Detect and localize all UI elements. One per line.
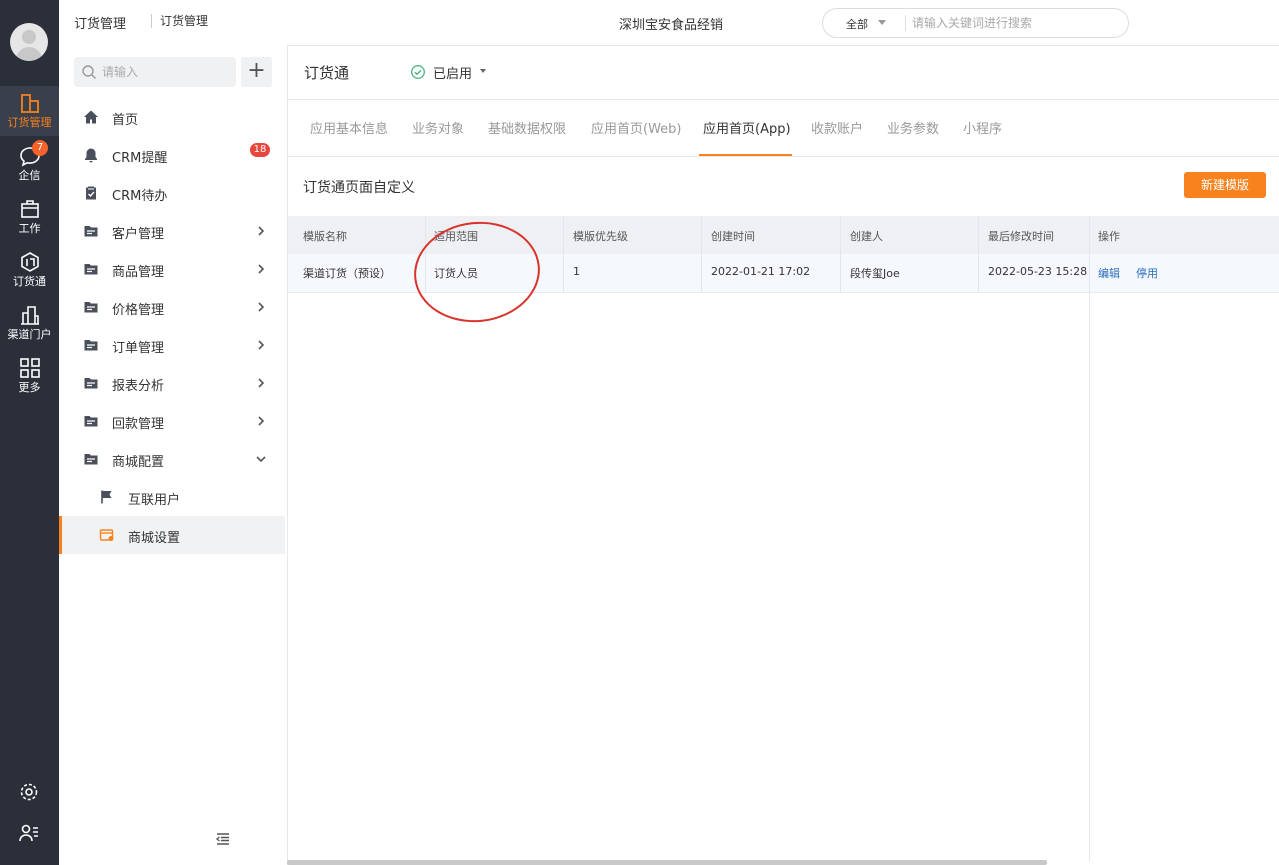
folder-icon [84,416,98,427]
home-icon [84,110,98,124]
avatar[interactable] [10,23,48,61]
col-header-creator: 创建人 [850,230,883,243]
sidebar-item-mall-config[interactable]: 商城配置 [59,440,285,478]
rail-item-work[interactable]: 工作 [0,192,59,242]
sidebar-item-home[interactable]: 首页 [59,98,285,136]
folder-icon [84,302,98,313]
folder-icon [84,378,98,389]
folder-icon [84,454,98,465]
cell-modified-time: 2022-05-23 15:28 [988,265,1088,278]
user-list-icon[interactable] [18,822,40,844]
bell-icon [85,148,97,163]
search-scope-select[interactable]: 全部 [846,16,868,32]
tab-basic-info[interactable]: 应用基本信息 [310,118,388,137]
rail-item-channel-portal[interactable]: 渠道门户 [0,298,59,348]
clipboard-check-icon [86,186,96,200]
tab-data-permissions[interactable]: 基础数据权限 [488,118,566,137]
tab-payment-accounts[interactable]: 收款账户 [811,118,863,137]
chevron-right-icon [258,226,265,236]
cell-template-name: 渠道订货（预设） [303,267,391,280]
sidebar-item-crm-reminder[interactable]: CRM提醒 18 [59,136,285,174]
new-template-button[interactable]: 新建模版 [1184,172,1266,198]
rail-item-messages[interactable]: 7 企信 [0,139,59,189]
folder-icon [84,340,98,351]
sidebar-item-customer-management[interactable]: 客户管理 [59,212,285,250]
disable-link[interactable]: 停用 [1136,265,1158,281]
caret-down-icon [480,69,486,73]
col-header-created-time: 创建时间 [711,230,755,243]
collapse-menu-icon[interactable] [215,831,231,847]
sidebar-item-report-analysis[interactable]: 报表分析 [59,364,285,402]
sidebar-item-crm-todo[interactable]: CRM待办 [59,174,285,212]
chevron-right-icon [258,378,265,388]
sidebar-divider [287,46,288,865]
chevron-right-icon [258,416,265,426]
global-search[interactable]: 全部 [822,8,1129,38]
sidebar-item-product-management[interactable]: 商品管理 [59,250,285,288]
cell-creator: 段传玺Joe [850,267,900,280]
unread-badge: 7 [32,140,48,156]
tab-business-params[interactable]: 业务参数 [887,118,939,137]
tab-mini-program[interactable]: 小程序 [963,118,1002,137]
breadcrumb-page: 订货管理 [151,14,208,28]
sidebar-item-connected-users[interactable]: 互联用户 [59,478,285,516]
sidebar-item-price-management[interactable]: 价格管理 [59,288,285,326]
tab-homepage-web[interactable]: 应用首页(Web) [591,118,682,137]
order-app-icon [20,252,39,272]
folder-icon [84,264,98,275]
edit-link[interactable]: 编辑 [1098,265,1120,281]
tab-homepage-app[interactable]: 应用首页(App) [703,118,791,137]
briefcase-icon [20,200,39,218]
cell-priority: 1 [573,265,580,278]
sidebar-item-mall-settings[interactable]: 商城设置 [59,516,285,554]
caret-down-icon [878,20,886,25]
col-header-priority: 模版优先级 [573,230,628,243]
grid-icon [19,358,40,378]
chevron-right-icon [258,264,265,274]
shop-settings-icon [99,529,114,541]
chevron-right-icon [258,340,265,350]
col-header-modified-time: 最后修改时间 [988,230,1054,243]
company-name: 深圳宝安食品经销 [619,18,724,33]
city-icon [20,306,39,325]
menu-search-input[interactable] [102,57,232,87]
app-title: 订货通 [304,64,350,82]
col-header-template-name: 模版名称 [303,230,347,243]
cell-created-time: 2022-01-21 17:02 [711,265,811,278]
col-header-actions: 操作 [1098,230,1120,243]
app-rail: 订货管理 7 企信 工作 订货通 渠道门户 更多 [0,0,59,865]
tab-business-objects[interactable]: 业务对象 [412,118,464,137]
sidebar-item-order-management[interactable]: 订单管理 [59,326,285,364]
global-search-input[interactable] [912,9,1122,37]
add-button[interactable]: + [241,57,272,87]
search-icon [82,65,96,79]
chevron-down-icon [256,456,266,463]
check-circle-icon [411,65,425,79]
flag-icon [101,490,112,504]
chevron-right-icon [258,302,265,312]
horizontal-scrollbar[interactable] [287,860,1047,865]
rail-item-order-management[interactable]: 订货管理 [0,86,59,136]
rail-item-order-app[interactable]: 订货通 [0,245,59,295]
sidebar-item-payment-management[interactable]: 回款管理 [59,402,285,440]
building-icon [20,94,39,113]
breadcrumb-module[interactable]: 订货管理 [74,13,126,32]
menu-search[interactable] [74,57,236,87]
settings-icon[interactable] [18,781,40,803]
folder-icon [84,226,98,237]
rail-item-more[interactable]: 更多 [0,351,59,401]
reminder-count-badge: 18 [250,143,270,157]
section-title: 订货通页面自定义 [303,180,415,196]
